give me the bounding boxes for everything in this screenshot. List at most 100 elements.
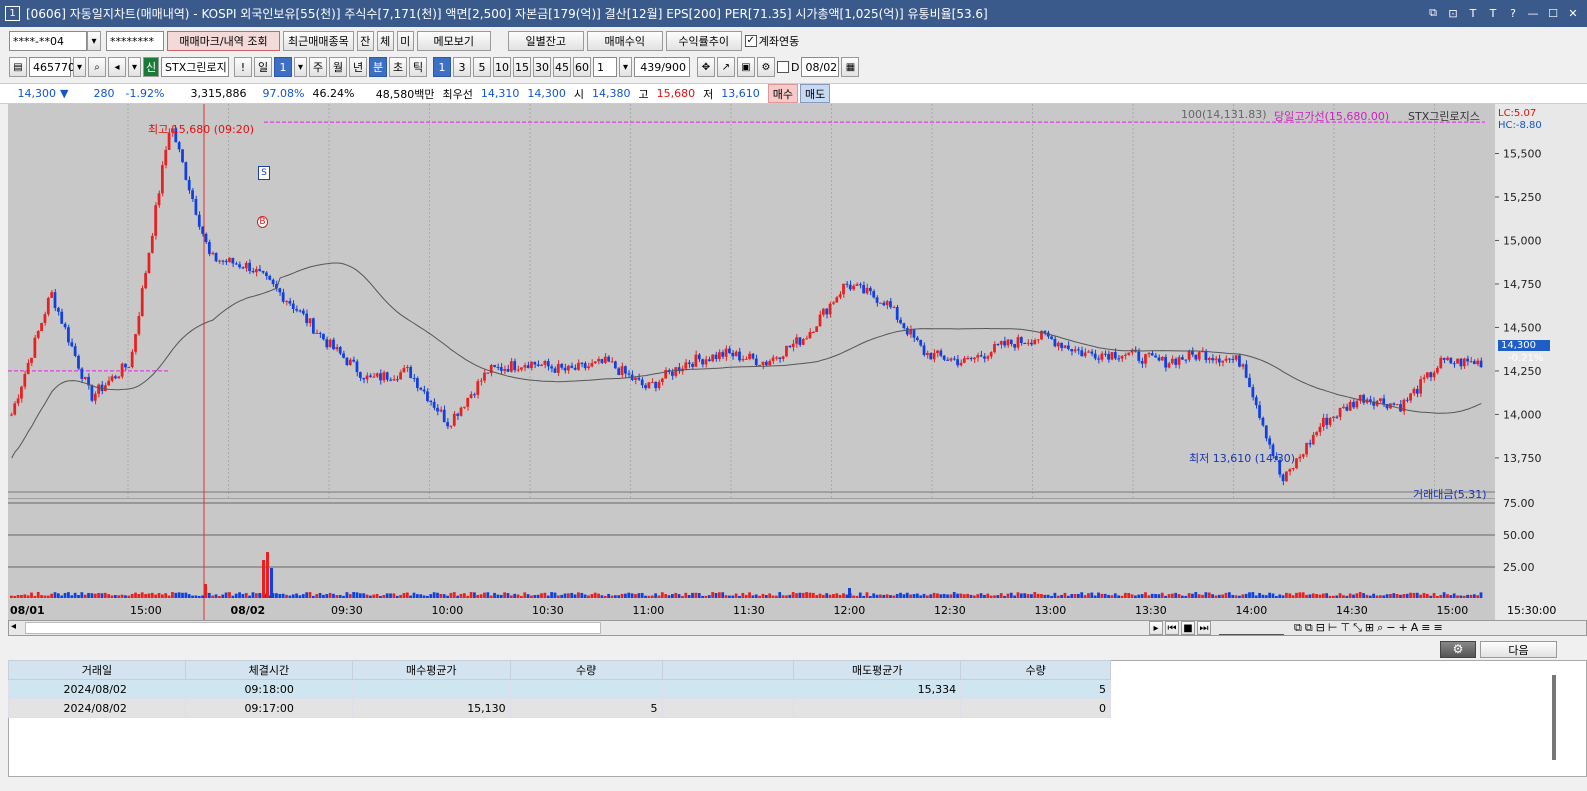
sell-marker[interactable]: S <box>258 166 270 180</box>
volume-legend[interactable]: 거래대금(5.31) <box>1413 486 1487 502</box>
scroll-right-icon[interactable]: ▸ <box>1149 621 1163 635</box>
bar-count-field[interactable]: 439/900 <box>634 57 690 77</box>
interval-15-button[interactable]: 15 <box>513 57 531 77</box>
scroll-thumb[interactable] <box>25 622 601 634</box>
calendar-icon[interactable]: ▦ <box>841 57 860 77</box>
help-icon[interactable]: ? <box>1505 5 1521 21</box>
table-scrollbar[interactable] <box>1552 675 1556 760</box>
candle-body <box>1409 393 1412 401</box>
sound-dropdown-icon[interactable]: ▾ <box>128 57 141 77</box>
candlestick-chart[interactable]: 15,500 15,250 15,000 14,750 14,500 14,250 14,0… <box>8 104 1587 620</box>
period-year-button[interactable]: 년 <box>349 57 367 77</box>
draw-tool-icon[interactable]: ↗ <box>717 57 735 77</box>
period-month-button[interactable]: 월 <box>329 57 347 77</box>
candle-body <box>865 287 869 294</box>
interval-5-button[interactable]: 5 <box>473 57 491 77</box>
close-icon[interactable]: ✕ <box>1565 5 1581 21</box>
volume-bar <box>73 592 77 598</box>
high-annotation: 최고 15,680 (09:20) <box>148 123 255 136</box>
stock-code-input[interactable]: 465770 <box>29 57 75 77</box>
period-second-button[interactable]: 초 <box>389 57 407 77</box>
font-icon[interactable]: T <box>1485 5 1501 21</box>
fast-forward-icon[interactable]: ⏭ <box>1197 621 1211 635</box>
code-dropdown-icon[interactable]: ▾ <box>73 57 86 77</box>
chart-scroll-bar[interactable]: ◂ ▸ ⏮ ■ ⏭ ⧉⧉⊟⊢⊤⤡⊞⌕−+A≡≡ <box>8 620 1587 636</box>
sound-icon[interactable]: ◂ <box>108 57 126 77</box>
trade-mark-query-button[interactable]: 매매마크/내역 조회 <box>167 31 280 51</box>
layout-icon[interactable]: ▤ <box>9 57 27 77</box>
volume-bar <box>603 595 607 598</box>
table-row[interactable]: 2024/08/02 09:18:00 15,334 5 <box>8 679 1111 699</box>
recent-trades-button[interactable]: 최근매매종목 <box>283 31 354 51</box>
trade-profit-button[interactable]: 매매수익 <box>586 31 663 51</box>
minimize-icon[interactable]: — <box>1525 5 1541 21</box>
executed-button[interactable]: 체 <box>376 31 394 51</box>
volume-bar <box>570 592 574 598</box>
volume-bar <box>1167 594 1171 598</box>
return-trend-button[interactable]: 수익률추이 <box>665 31 742 51</box>
col-buy-avg: 매수평균가 <box>351 660 511 680</box>
candle-body <box>1462 358 1466 367</box>
candle-body <box>23 373 27 387</box>
candle-body <box>442 409 446 423</box>
cell-buy-qty: 5 <box>509 698 663 718</box>
candle-body <box>879 302 882 304</box>
account-dropdown-icon[interactable]: ▾ <box>87 31 101 51</box>
copy-window-icon[interactable]: ⊡ <box>1445 5 1461 21</box>
date-input[interactable]: 08/02 <box>801 57 840 77</box>
interval-dropdown-icon[interactable]: ▾ <box>619 57 632 77</box>
alert-button[interactable]: ! <box>234 57 252 77</box>
period-day-button[interactable]: 일 <box>254 57 272 77</box>
pin-icon[interactable]: T <box>1465 5 1481 21</box>
next-button[interactable]: 다음 <box>1480 641 1557 658</box>
interval-30-button[interactable]: 30 <box>533 57 551 77</box>
table-row[interactable]: 2024/08/02 09:17:00 15,130 5 0 <box>8 698 1111 718</box>
date-checkbox[interactable] <box>777 61 789 73</box>
account-link-checkbox[interactable]: ✓ 계좌연동 <box>744 33 799 49</box>
interval-60-button[interactable]: 60 <box>573 57 591 77</box>
series-legend[interactable]: STX그린로지스 <box>1408 108 1480 124</box>
save-icon[interactable]: ▣ <box>737 57 755 77</box>
search-icon[interactable]: ⌕ <box>88 57 106 77</box>
crosshair-icon[interactable]: ✥ <box>697 57 715 77</box>
chart-area[interactable]: 15,500 15,250 15,000 14,750 14,500 14,250 14,0… <box>8 104 1587 620</box>
volume-bar <box>956 593 959 598</box>
buy-button[interactable]: 매수 <box>767 84 798 103</box>
rewind-icon[interactable]: ⏮ <box>1165 621 1179 635</box>
period-count-field[interactable]: 1 <box>274 57 292 77</box>
period-tick-button[interactable]: 틱 <box>409 57 427 77</box>
candle-body <box>513 361 517 371</box>
interval-10-button[interactable]: 10 <box>493 57 511 77</box>
link-window-icon[interactable]: ⧉ <box>1425 5 1441 21</box>
settings-gear-button[interactable]: ⚙ <box>1440 641 1476 658</box>
account-input[interactable]: ****-**04 <box>9 31 87 51</box>
period-week-button[interactable]: 주 <box>309 57 327 77</box>
interval-count-input[interactable]: 1 <box>593 57 617 77</box>
balance-button[interactable]: 잔 <box>356 31 374 51</box>
buy-marker[interactable]: B <box>257 216 268 228</box>
period-dropdown-icon[interactable]: ▾ <box>294 57 307 77</box>
candle-body <box>848 284 852 290</box>
chart-tools-icon[interactable]: ⧉⧉⊟⊢⊤⤡⊞⌕−+A≡≡ <box>1294 621 1446 635</box>
ma-legend[interactable]: 100(14,131.83) <box>1181 108 1267 121</box>
candle-body <box>999 341 1003 345</box>
interval-1-button[interactable]: 1 <box>433 57 451 77</box>
memo-button[interactable]: 메모보기 <box>416 31 491 51</box>
sell-button[interactable]: 매도 <box>799 84 831 103</box>
volume-bar <box>1060 594 1063 598</box>
password-input[interactable]: ******** <box>106 31 164 51</box>
maximize-icon[interactable]: ☐ <box>1545 5 1561 21</box>
settings-gear-icon[interactable]: ⚙ <box>757 57 775 77</box>
period-minute-button[interactable]: 분 <box>369 57 387 77</box>
volume-bar <box>100 593 104 598</box>
interval-45-button[interactable]: 45 <box>553 57 571 77</box>
stop-icon[interactable]: ■ <box>1181 621 1195 635</box>
daily-balance-button[interactable]: 일별잔고 <box>507 31 584 51</box>
unexecuted-button[interactable]: 미 <box>396 31 414 51</box>
volume-bar <box>30 592 33 598</box>
volume-bar <box>1030 594 1033 598</box>
interval-3-button[interactable]: 3 <box>453 57 471 77</box>
zoom-slider[interactable] <box>1219 621 1284 635</box>
scroll-left-icon[interactable]: ◂ <box>11 621 16 632</box>
high-line-legend[interactable]: 당일고가선(15,680.00) <box>1274 108 1389 124</box>
